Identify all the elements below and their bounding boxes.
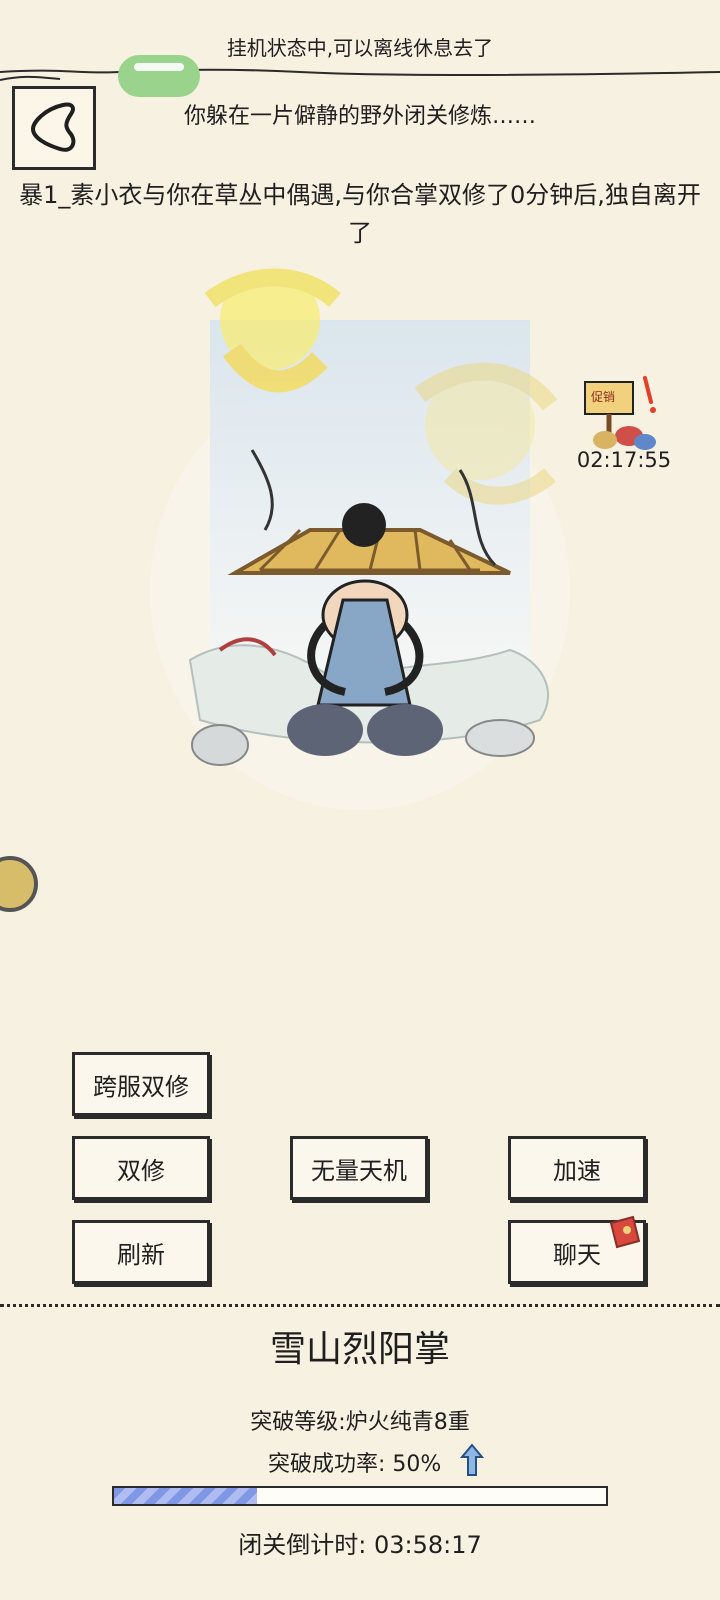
breakthrough-progress-bar <box>112 1486 608 1506</box>
meditation-scene <box>150 268 570 810</box>
retreat-countdown: 闭关倒计时: 03:58:17 <box>238 1531 482 1559</box>
retreat-message: 你躲在一片僻静的野外闭关修炼…… <box>183 104 536 129</box>
cross-server-dual-cultivation-label: 跨服双修 <box>93 1072 189 1101</box>
side-avatar[interactable] <box>0 856 38 912</box>
breakthrough-progress-fill <box>114 1488 257 1504</box>
chat-label: 聊天 <box>553 1240 601 1269</box>
speed-up-button[interactable]: 加速 <box>508 1136 646 1200</box>
red-envelope-icon <box>609 1215 641 1249</box>
sale-icon <box>584 376 656 450</box>
infinite-fate-label: 无量天机 <box>311 1156 407 1185</box>
offline-status-text: 挂机状态中,可以离线休息去了 <box>226 36 494 60</box>
section-divider <box>0 1304 720 1307</box>
dual-cultivation-label: 双修 <box>117 1156 165 1185</box>
breakthrough-level: 突破等级:炉火纯青8重 <box>250 1410 470 1435</box>
infinite-fate-button[interactable]: 无量天机 <box>290 1136 428 1200</box>
sale-promo[interactable]: 促销 <box>575 364 665 458</box>
upgrade-arrow-icon[interactable] <box>458 1442 486 1480</box>
refresh-label: 刷新 <box>117 1240 165 1269</box>
speed-up-label: 加速 <box>553 1156 601 1185</box>
dual-cultivation-button[interactable]: 双修 <box>72 1136 210 1200</box>
cross-server-dual-cultivation-button[interactable]: 跨服双修 <box>72 1052 210 1116</box>
breakthrough-success-rate: 突破成功率: 50% <box>268 1452 442 1477</box>
top-brush-line <box>0 68 720 81</box>
refresh-button[interactable]: 刷新 <box>72 1220 210 1284</box>
chat-button[interactable]: 聊天 <box>508 1215 646 1284</box>
skill-title: 雪山烈阳掌 <box>269 1329 450 1370</box>
status-pill <box>118 55 200 97</box>
sale-badge-text: 促销 <box>591 390 616 404</box>
sale-timer: 02:17:55 <box>576 448 672 472</box>
